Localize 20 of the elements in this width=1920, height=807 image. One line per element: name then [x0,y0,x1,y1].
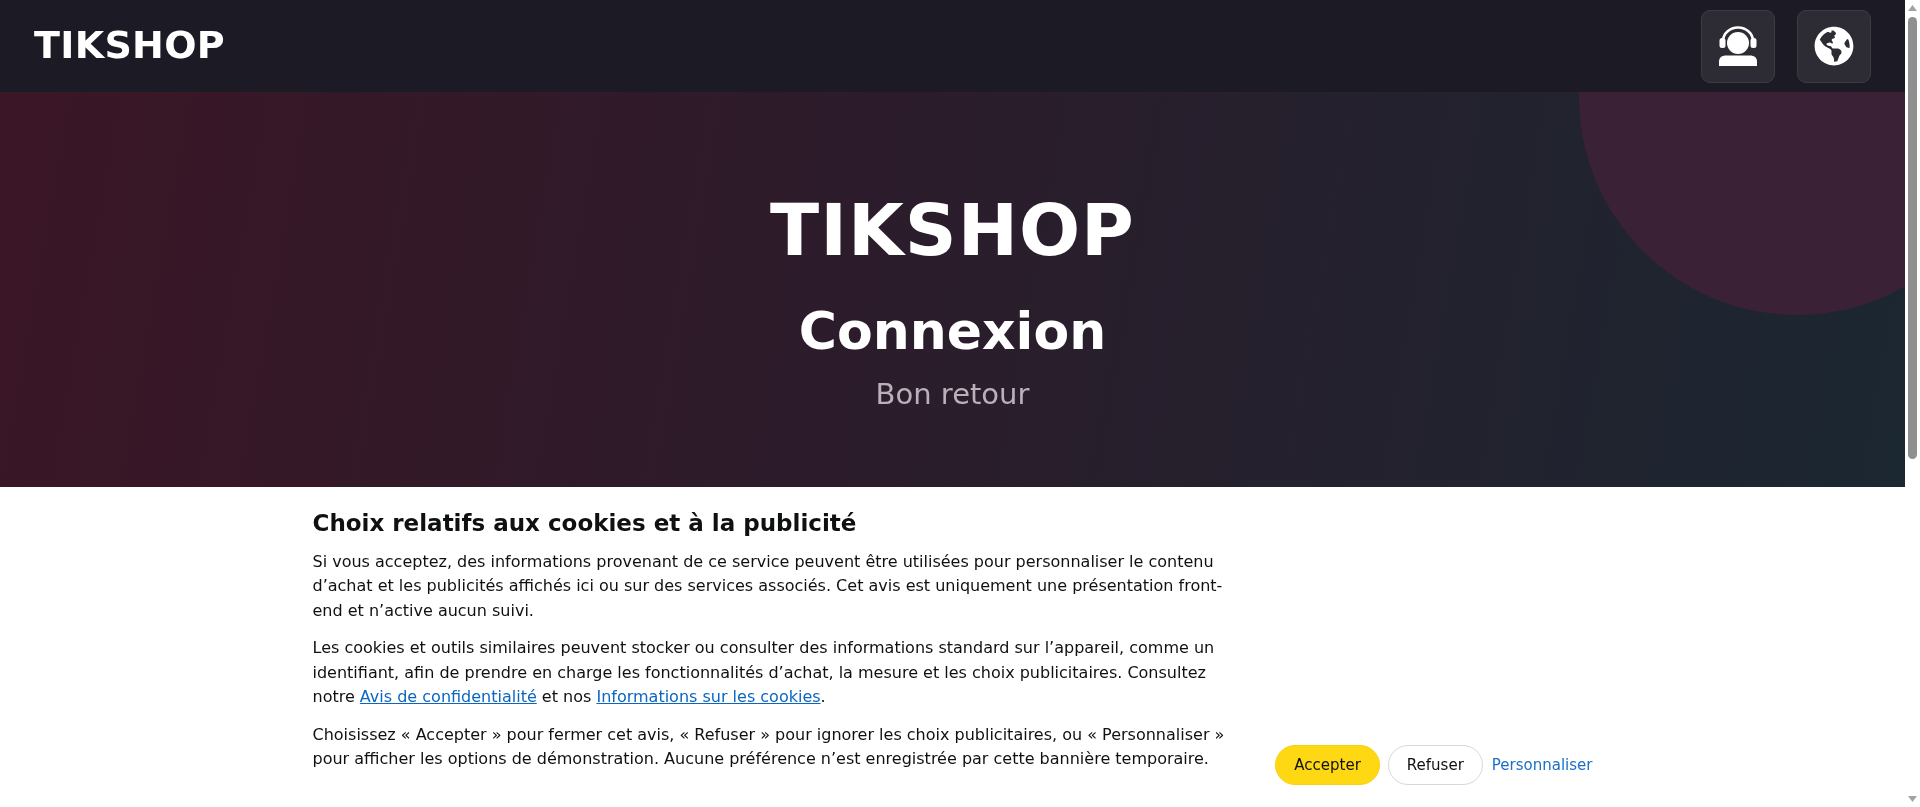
language-button[interactable] [1797,9,1871,83]
scrollbar-thumb[interactable] [1908,17,1917,459]
decline-button[interactable]: Refuser [1387,744,1483,785]
accept-button[interactable]: Accepter [1275,744,1380,785]
cookie-paragraph: Les cookies et outils similaires peuvent stocker ou consulter des informations standard sur l’appareil, comme un identifiant, afin de prendre en charge les fonctionnalités d’achat, la mesure et les choix publicitaires. Consultez notre Avis de confidentialité et nos Informations sur les cookies. [312,637,1216,709]
globe-icon [1814,26,1854,66]
cookie-banner-title: Choix relatifs aux cookies et à la publicité [312,509,858,538]
scroll-up-arrow-icon[interactable] [1908,5,1917,11]
hero-brand-title: TIKSHOP [770,187,1135,274]
cookie-paragraph: Choisissez « Accepter » pour fermer cet avis, « Refuser » pour ignorer les choix publicitaires, ou « Personnaliser » pour afficher les options de démonstration. Aucune préférence n’est enregistrée par cette bannière temporaire. [312,723,1226,771]
page-subtitle: Bon retour [875,376,1030,412]
page-title: Connexion [798,300,1107,363]
logo[interactable]: TIKSHOP [34,25,225,67]
cookie-paragraph: Si vous acceptez, des informations provenant de ce service peuvent être utilisées pour personnaliser le contenu d’achat et les publicités affichés ici ou sur des services associés. Cet avis est uniquement une présentation front-end et n’active aucun suivi. [312,550,1224,622]
text-link[interactable]: Avis de confidentialité [359,687,537,707]
headset-person-icon [1718,26,1758,66]
support-button[interactable] [1701,9,1775,83]
text-link[interactable]: Informations sur les cookies [596,687,821,707]
customize-link[interactable]: Personnaliser [1491,755,1593,774]
scroll-down-arrow-icon[interactable] [1908,796,1917,802]
